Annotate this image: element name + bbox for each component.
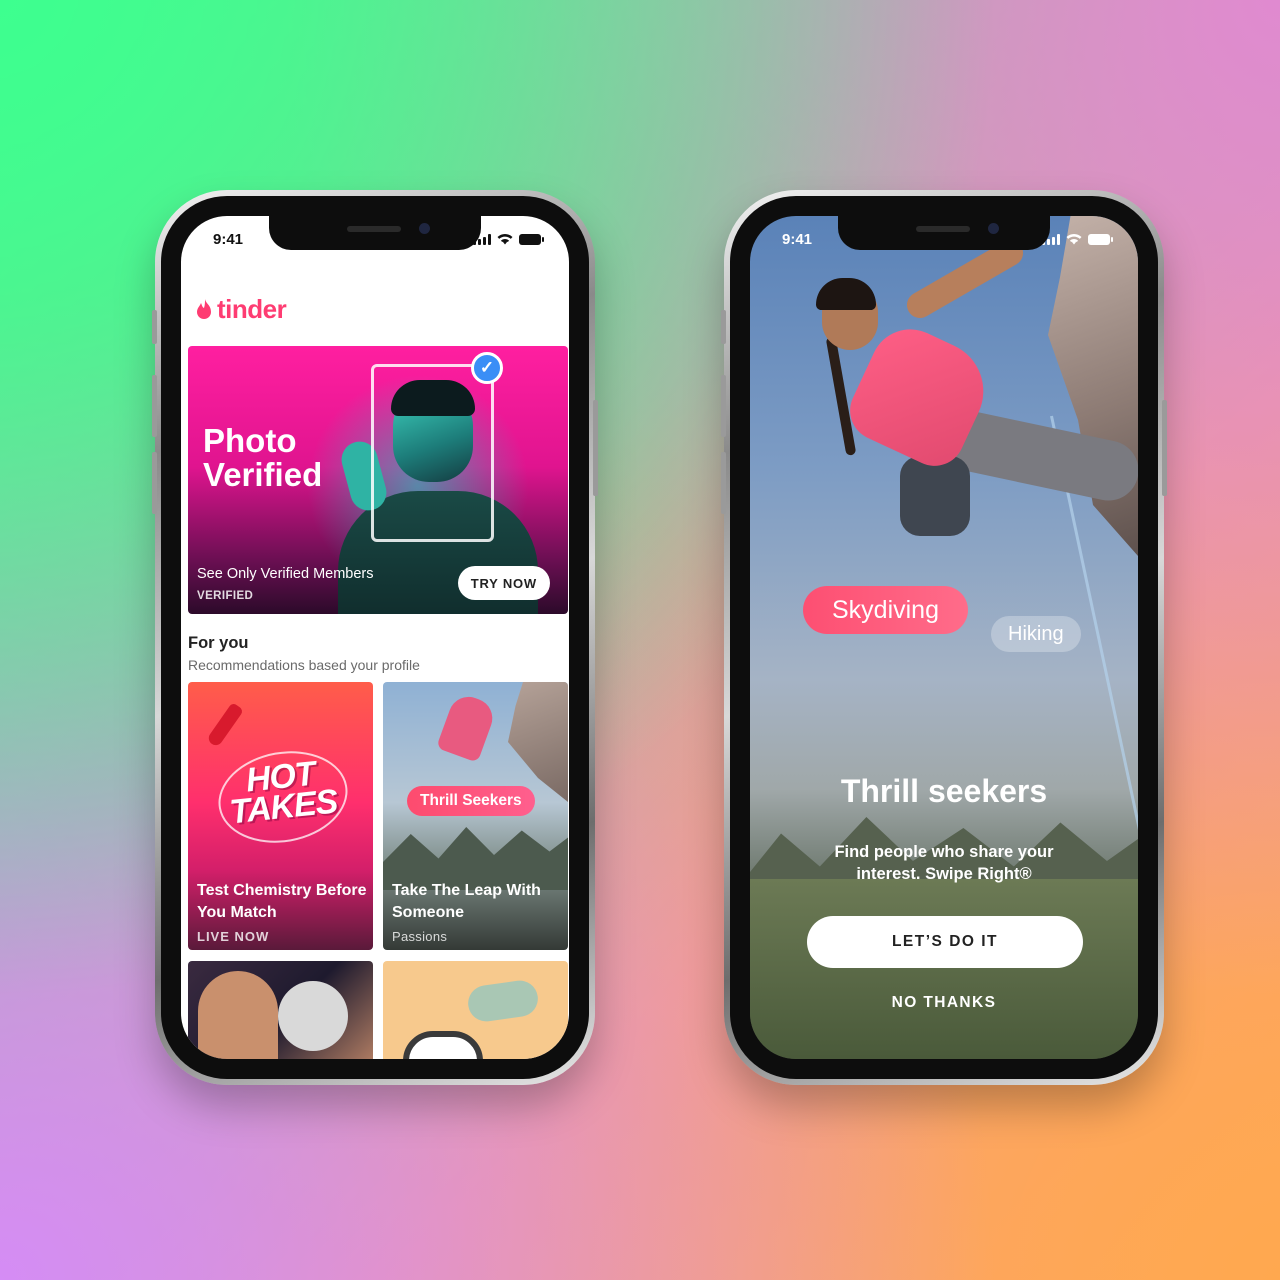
card-self-care[interactable] <box>383 961 568 1059</box>
banner-title: Photo Verified <box>203 424 383 492</box>
volume-down-button <box>152 452 157 514</box>
cream-jar-image <box>403 1031 483 1059</box>
thrill-seekers-chip: Thrill Seekers <box>407 786 535 816</box>
screen-passions: 9:41 Skydiving Hiking Thrill seekers Fin… <box>750 216 1138 1059</box>
climbing-gear <box>900 456 970 536</box>
banner-title-line2: Verified <box>203 456 323 493</box>
card-thrill-seekers[interactable]: Thrill Seekers Take The Leap With Someon… <box>383 682 568 950</box>
hot-takes-art: HOT TAKES <box>225 755 339 832</box>
power-button <box>593 400 598 496</box>
face-roller-image <box>465 978 541 1024</box>
passion-chip-hiking[interactable]: Hiking <box>991 616 1081 652</box>
hot-takes-line2: TAKES <box>227 782 339 832</box>
card-meta: LIVE NOW <box>197 929 270 944</box>
try-now-button[interactable]: TRY NOW <box>457 566 550 600</box>
screen-title: Thrill seekers <box>840 773 1048 809</box>
volume-up-button <box>721 375 726 437</box>
battery-icon <box>1088 233 1113 245</box>
banner-subtitle: See Only Verified Members <box>197 566 374 582</box>
mute-switch <box>152 310 157 344</box>
chili-pepper-icon <box>206 702 244 748</box>
wifi-icon <box>497 234 513 245</box>
volume-down-button <box>721 452 726 514</box>
person-image <box>198 971 278 1059</box>
notch <box>838 216 1050 250</box>
power-button <box>1162 400 1167 496</box>
card-hot-takes[interactable]: HOT TAKES Test Chemistry Before You Matc… <box>188 682 373 950</box>
logo-text: tinder <box>217 294 287 324</box>
section-subtitle: Recommendations based your profile <box>188 657 420 673</box>
notch <box>269 216 481 250</box>
checkmark-icon: ✓ <box>471 352 503 384</box>
status-icons <box>1042 233 1113 245</box>
climber-braid <box>825 336 857 456</box>
verification-frame <box>371 364 494 542</box>
flame-icon <box>197 298 211 319</box>
banner-title-line1: Photo <box>203 422 297 459</box>
dog-image <box>278 981 348 1051</box>
card-pets[interactable] <box>188 961 373 1059</box>
card-title: Test Chemistry Before You Match <box>197 882 367 921</box>
phone-right: 9:41 Skydiving Hiking Thrill seekers Fin… <box>721 190 1167 1085</box>
lets-do-it-button[interactable]: LET’S DO IT <box>807 916 1083 968</box>
no-thanks-button[interactable]: NO THANKS <box>750 994 1138 1012</box>
card-title: Take The Leap With Someone <box>392 882 541 921</box>
climber-image <box>436 691 498 763</box>
volume-up-button <box>152 375 157 437</box>
battery-icon <box>519 233 544 245</box>
mute-switch <box>721 310 726 344</box>
passion-chip-skydiving[interactable]: Skydiving <box>803 586 968 634</box>
photo-verified-banner[interactable]: ✓ Photo Verified See Only Verified Membe… <box>188 346 568 614</box>
status-time: 9:41 <box>782 230 813 248</box>
rock-wall-image <box>508 682 568 802</box>
valley-image <box>750 879 1138 1059</box>
wifi-icon <box>1066 234 1082 245</box>
banner-tag: VERIFIED <box>197 590 254 602</box>
status-time: 9:41 <box>213 230 244 248</box>
card-meta: Passions <box>392 929 448 944</box>
phone-left: 9:41 tinder ✓ Photo Verified See Only Ve… <box>152 190 598 1085</box>
climber-hair <box>816 278 876 310</box>
tinder-logo: tinder <box>195 294 287 325</box>
phone-bezel: 9:41 tinder ✓ Photo Verified See Only Ve… <box>161 196 589 1079</box>
screen-description: Find people who share your interest. Swi… <box>834 843 1054 883</box>
screen-explore: 9:41 tinder ✓ Photo Verified See Only Ve… <box>181 216 569 1059</box>
status-icons <box>473 233 544 245</box>
phone-bezel: 9:41 Skydiving Hiking Thrill seekers Fin… <box>730 196 1158 1079</box>
section-title: For you <box>188 634 249 652</box>
